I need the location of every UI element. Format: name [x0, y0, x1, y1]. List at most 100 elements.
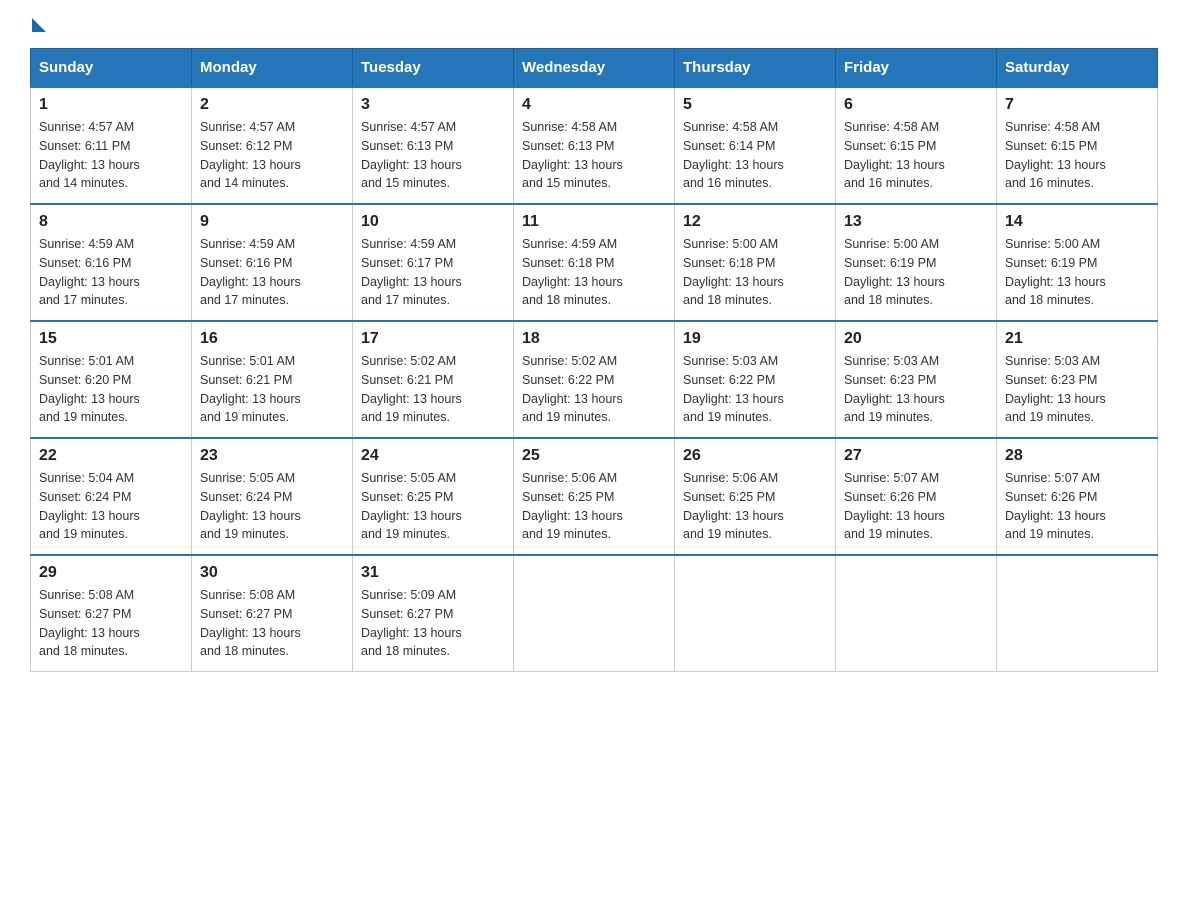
day-number: 13 [844, 213, 988, 231]
day-number: 30 [200, 564, 344, 582]
calendar-week-5: 29 Sunrise: 5:08 AMSunset: 6:27 PMDaylig… [31, 555, 1158, 672]
day-number: 17 [361, 330, 505, 348]
day-number: 19 [683, 330, 827, 348]
header-tuesday: Tuesday [353, 49, 514, 88]
calendar-week-3: 15 Sunrise: 5:01 AMSunset: 6:20 PMDaylig… [31, 321, 1158, 438]
calendar-cell: 14 Sunrise: 5:00 AMSunset: 6:19 PMDaylig… [997, 204, 1158, 321]
calendar-cell: 8 Sunrise: 4:59 AMSunset: 6:16 PMDayligh… [31, 204, 192, 321]
day-number: 23 [200, 447, 344, 465]
calendar-cell: 15 Sunrise: 5:01 AMSunset: 6:20 PMDaylig… [31, 321, 192, 438]
header-monday: Monday [192, 49, 353, 88]
calendar-cell: 3 Sunrise: 4:57 AMSunset: 6:13 PMDayligh… [353, 87, 514, 204]
day-number: 16 [200, 330, 344, 348]
calendar-cell [836, 555, 997, 672]
day-number: 26 [683, 447, 827, 465]
page-header [30, 20, 1158, 34]
calendar-cell: 21 Sunrise: 5:03 AMSunset: 6:23 PMDaylig… [997, 321, 1158, 438]
day-number: 11 [522, 213, 666, 231]
day-number: 31 [361, 564, 505, 582]
calendar-cell: 31 Sunrise: 5:09 AMSunset: 6:27 PMDaylig… [353, 555, 514, 672]
calendar-week-4: 22 Sunrise: 5:04 AMSunset: 6:24 PMDaylig… [31, 438, 1158, 555]
calendar-cell: 11 Sunrise: 4:59 AMSunset: 6:18 PMDaylig… [514, 204, 675, 321]
day-info: Sunrise: 5:08 AMSunset: 6:27 PMDaylight:… [200, 588, 301, 658]
day-info: Sunrise: 5:02 AMSunset: 6:22 PMDaylight:… [522, 354, 623, 424]
day-number: 7 [1005, 96, 1149, 114]
header-thursday: Thursday [675, 49, 836, 88]
calendar-cell: 22 Sunrise: 5:04 AMSunset: 6:24 PMDaylig… [31, 438, 192, 555]
calendar-cell: 19 Sunrise: 5:03 AMSunset: 6:22 PMDaylig… [675, 321, 836, 438]
calendar-week-1: 1 Sunrise: 4:57 AMSunset: 6:11 PMDayligh… [31, 87, 1158, 204]
day-number: 6 [844, 96, 988, 114]
calendar-cell: 16 Sunrise: 5:01 AMSunset: 6:21 PMDaylig… [192, 321, 353, 438]
day-info: Sunrise: 5:05 AMSunset: 6:24 PMDaylight:… [200, 471, 301, 541]
calendar-cell: 18 Sunrise: 5:02 AMSunset: 6:22 PMDaylig… [514, 321, 675, 438]
calendar-cell [675, 555, 836, 672]
day-info: Sunrise: 5:06 AMSunset: 6:25 PMDaylight:… [522, 471, 623, 541]
header-sunday: Sunday [31, 49, 192, 88]
day-info: Sunrise: 4:59 AMSunset: 6:16 PMDaylight:… [39, 237, 140, 307]
day-info: Sunrise: 5:03 AMSunset: 6:23 PMDaylight:… [844, 354, 945, 424]
calendar-cell: 7 Sunrise: 4:58 AMSunset: 6:15 PMDayligh… [997, 87, 1158, 204]
day-info: Sunrise: 5:05 AMSunset: 6:25 PMDaylight:… [361, 471, 462, 541]
day-number: 8 [39, 213, 183, 231]
calendar-cell: 23 Sunrise: 5:05 AMSunset: 6:24 PMDaylig… [192, 438, 353, 555]
header-saturday: Saturday [997, 49, 1158, 88]
day-info: Sunrise: 5:07 AMSunset: 6:26 PMDaylight:… [844, 471, 945, 541]
day-info: Sunrise: 5:09 AMSunset: 6:27 PMDaylight:… [361, 588, 462, 658]
day-number: 20 [844, 330, 988, 348]
day-info: Sunrise: 5:03 AMSunset: 6:22 PMDaylight:… [683, 354, 784, 424]
calendar-cell: 27 Sunrise: 5:07 AMSunset: 6:26 PMDaylig… [836, 438, 997, 555]
day-number: 14 [1005, 213, 1149, 231]
header-wednesday: Wednesday [514, 49, 675, 88]
day-number: 3 [361, 96, 505, 114]
day-info: Sunrise: 4:58 AMSunset: 6:14 PMDaylight:… [683, 120, 784, 190]
day-info: Sunrise: 5:03 AMSunset: 6:23 PMDaylight:… [1005, 354, 1106, 424]
calendar-cell: 17 Sunrise: 5:02 AMSunset: 6:21 PMDaylig… [353, 321, 514, 438]
day-number: 12 [683, 213, 827, 231]
calendar-cell: 25 Sunrise: 5:06 AMSunset: 6:25 PMDaylig… [514, 438, 675, 555]
day-number: 29 [39, 564, 183, 582]
day-number: 24 [361, 447, 505, 465]
calendar-cell: 26 Sunrise: 5:06 AMSunset: 6:25 PMDaylig… [675, 438, 836, 555]
calendar-cell: 5 Sunrise: 4:58 AMSunset: 6:14 PMDayligh… [675, 87, 836, 204]
header-friday: Friday [836, 49, 997, 88]
day-number: 18 [522, 330, 666, 348]
calendar-cell: 1 Sunrise: 4:57 AMSunset: 6:11 PMDayligh… [31, 87, 192, 204]
day-info: Sunrise: 5:00 AMSunset: 6:19 PMDaylight:… [1005, 237, 1106, 307]
day-info: Sunrise: 5:01 AMSunset: 6:21 PMDaylight:… [200, 354, 301, 424]
day-info: Sunrise: 4:59 AMSunset: 6:17 PMDaylight:… [361, 237, 462, 307]
day-info: Sunrise: 5:00 AMSunset: 6:19 PMDaylight:… [844, 237, 945, 307]
calendar-header: SundayMondayTuesdayWednesdayThursdayFrid… [31, 49, 1158, 88]
calendar-cell: 20 Sunrise: 5:03 AMSunset: 6:23 PMDaylig… [836, 321, 997, 438]
calendar-week-2: 8 Sunrise: 4:59 AMSunset: 6:16 PMDayligh… [31, 204, 1158, 321]
day-number: 5 [683, 96, 827, 114]
day-number: 27 [844, 447, 988, 465]
day-info: Sunrise: 5:08 AMSunset: 6:27 PMDaylight:… [39, 588, 140, 658]
day-info: Sunrise: 4:59 AMSunset: 6:18 PMDaylight:… [522, 237, 623, 307]
day-info: Sunrise: 4:57 AMSunset: 6:12 PMDaylight:… [200, 120, 301, 190]
day-info: Sunrise: 5:04 AMSunset: 6:24 PMDaylight:… [39, 471, 140, 541]
logo [30, 20, 46, 34]
day-info: Sunrise: 4:58 AMSunset: 6:15 PMDaylight:… [1005, 120, 1106, 190]
logo-triangle-icon [32, 18, 46, 32]
header-row: SundayMondayTuesdayWednesdayThursdayFrid… [31, 49, 1158, 88]
calendar-cell [997, 555, 1158, 672]
day-info: Sunrise: 5:02 AMSunset: 6:21 PMDaylight:… [361, 354, 462, 424]
day-info: Sunrise: 4:58 AMSunset: 6:13 PMDaylight:… [522, 120, 623, 190]
calendar-cell: 12 Sunrise: 5:00 AMSunset: 6:18 PMDaylig… [675, 204, 836, 321]
day-info: Sunrise: 5:01 AMSunset: 6:20 PMDaylight:… [39, 354, 140, 424]
day-number: 22 [39, 447, 183, 465]
calendar-cell: 30 Sunrise: 5:08 AMSunset: 6:27 PMDaylig… [192, 555, 353, 672]
calendar-cell: 29 Sunrise: 5:08 AMSunset: 6:27 PMDaylig… [31, 555, 192, 672]
calendar-cell: 9 Sunrise: 4:59 AMSunset: 6:16 PMDayligh… [192, 204, 353, 321]
day-number: 25 [522, 447, 666, 465]
calendar-cell: 10 Sunrise: 4:59 AMSunset: 6:17 PMDaylig… [353, 204, 514, 321]
calendar-cell: 4 Sunrise: 4:58 AMSunset: 6:13 PMDayligh… [514, 87, 675, 204]
calendar-cell: 24 Sunrise: 5:05 AMSunset: 6:25 PMDaylig… [353, 438, 514, 555]
day-info: Sunrise: 4:57 AMSunset: 6:11 PMDaylight:… [39, 120, 140, 190]
day-info: Sunrise: 4:57 AMSunset: 6:13 PMDaylight:… [361, 120, 462, 190]
day-info: Sunrise: 5:07 AMSunset: 6:26 PMDaylight:… [1005, 471, 1106, 541]
day-number: 21 [1005, 330, 1149, 348]
calendar-body: 1 Sunrise: 4:57 AMSunset: 6:11 PMDayligh… [31, 87, 1158, 672]
day-info: Sunrise: 5:06 AMSunset: 6:25 PMDaylight:… [683, 471, 784, 541]
